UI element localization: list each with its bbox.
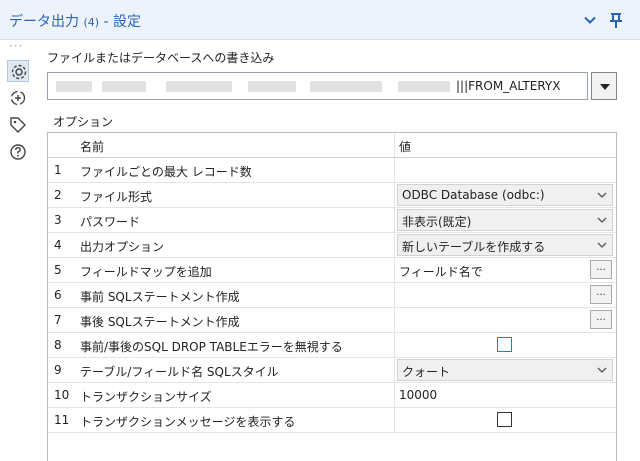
table-row: 9 テーブル/フィールド名 SQLスタイル クォート (48, 358, 616, 383)
connection-dropdown-button[interactable] (591, 72, 617, 100)
table-row: 3 パスワード 非表示(既定) (48, 208, 616, 233)
window-title: データ出力 (4) - 設定 (9, 11, 141, 31)
chevron-down-icon (596, 214, 608, 226)
table-row: 7 事後 SQLステートメント作成 ... (48, 308, 616, 333)
field-map-browse-button[interactable]: ... (590, 260, 612, 279)
sql-style-select[interactable]: クォート (397, 359, 613, 381)
row-value-cell (394, 408, 616, 432)
row-name: 事前 SQLステートメント作成 (80, 290, 240, 304)
table-row: 1 ファイルごとの最大 レコード数 (48, 158, 616, 183)
pre-sql-cell[interactable]: ... (394, 283, 616, 307)
row-value-cell (394, 333, 616, 357)
table-row: 11 トランザクションメッセージを表示する (48, 408, 616, 433)
options-grid: 名前 値 1 ファイルごとの最大 レコード数 2 ファイル形式 ODBC Dat… (47, 132, 617, 461)
window-title-subtitle: - 設定 (103, 14, 142, 30)
row-name: テーブル/フィールド名 SQLスタイル (80, 365, 279, 379)
row-number: 11 (54, 413, 70, 427)
redacted-block (248, 81, 296, 92)
show-transaction-message-checkbox[interactable] (497, 412, 512, 427)
table-row: 5 フィールドマップを追加 フィールド名で ... (48, 258, 616, 283)
max-records-input[interactable] (394, 158, 616, 182)
row-number: 1 (54, 163, 62, 177)
pin-icon[interactable] (607, 11, 625, 29)
title-bar: データ出力 (4) - 設定 (0, 0, 640, 40)
redacted-block (102, 81, 146, 92)
row-name: ファイルごとの最大 レコード数 (80, 165, 252, 179)
row-number: 9 (54, 363, 62, 377)
table-row: 8 事前/事後のSQL DROP TABLEエラーを無視する (48, 333, 616, 358)
row-number: 7 (54, 313, 62, 327)
output-option-select[interactable]: 新しいテーブルを作成する (397, 234, 613, 256)
field-map-value: フィールド名で (399, 265, 483, 279)
table-row: 6 事前 SQLステートメント作成 ... (48, 283, 616, 308)
gear-icon[interactable] (7, 60, 29, 82)
row-number: 6 (54, 288, 62, 302)
help-icon[interactable] (7, 141, 29, 163)
redacted-block (56, 81, 92, 92)
field-map-cell[interactable]: フィールド名で ... (394, 258, 616, 282)
header-name: 名前 (80, 140, 105, 154)
password-value: 非表示(既定) (402, 215, 472, 229)
chevron-down-icon (596, 239, 608, 251)
connection-path-field[interactable]: |||FROM_ALTERYX (47, 72, 588, 100)
row-name: 出力オプション (80, 240, 165, 254)
row-name: トランザクションサイズ (80, 390, 212, 404)
file-format-value: ODBC Database (odbc:) (402, 188, 545, 202)
write-section-label: ファイルまたはデータベースへの書き込み (47, 51, 275, 65)
post-sql-cell[interactable]: ... (394, 308, 616, 332)
redacted-block (398, 81, 450, 92)
row-name: フィールドマップを追加 (80, 265, 212, 279)
grid-header: 名前 値 (48, 133, 616, 158)
file-format-select[interactable]: ODBC Database (odbc:) (397, 184, 613, 206)
tag-icon[interactable] (7, 114, 29, 136)
connection-icon[interactable] (7, 87, 29, 109)
transaction-size-input[interactable]: 10000 (394, 383, 616, 407)
options-section-label: オプション (53, 115, 114, 129)
row-value-cell: クォート (394, 358, 616, 382)
table-row: 4 出力オプション 新しいテーブルを作成する (48, 233, 616, 258)
row-name: 事後 SQLステートメント作成 (80, 315, 240, 329)
header-value: 値 (399, 140, 412, 154)
row-number: 10 (54, 388, 70, 402)
row-name: ファイル形式 (80, 190, 153, 204)
output-option-value: 新しいテーブルを作成する (402, 240, 546, 254)
row-name: 事前/事後のSQL DROP TABLEエラーを無視する (80, 340, 343, 354)
row-number: 4 (54, 238, 62, 252)
redacted-block (310, 81, 382, 92)
post-sql-browse-button[interactable]: ... (590, 310, 612, 329)
chevron-down-icon (596, 364, 608, 376)
table-row: 10 トランザクションサイズ 10000 (48, 383, 616, 408)
rail-grip: ··· (9, 39, 24, 53)
row-value-cell: 非表示(既定) (394, 208, 616, 232)
transaction-size-value: 10000 (399, 388, 438, 402)
connection-path-text: |||FROM_ALTERYX (456, 79, 561, 93)
ignore-drop-table-error-checkbox[interactable] (497, 337, 512, 352)
caret-down-icon (600, 84, 610, 90)
window-title-count: (4) (83, 16, 100, 29)
redacted-block (166, 81, 232, 92)
row-name: トランザクションメッセージを表示する (80, 415, 296, 429)
header-value-cell: 値 (394, 133, 616, 157)
window-title-text: データ出力 (9, 14, 79, 30)
row-name: パスワード (80, 215, 141, 229)
row-value-cell: ODBC Database (odbc:) (394, 183, 616, 207)
row-number: 5 (54, 263, 62, 277)
chevron-down-icon[interactable] (581, 11, 599, 29)
row-value-cell: 新しいテーブルを作成する (394, 233, 616, 257)
row-number: 2 (54, 188, 62, 202)
table-row: 2 ファイル形式 ODBC Database (odbc:) (48, 183, 616, 208)
pre-sql-browse-button[interactable]: ... (590, 285, 612, 304)
row-number: 3 (54, 213, 62, 227)
sql-style-value: クォート (402, 365, 451, 379)
chevron-down-icon (596, 189, 608, 201)
password-select[interactable]: 非表示(既定) (397, 209, 613, 231)
row-number: 8 (54, 338, 62, 352)
